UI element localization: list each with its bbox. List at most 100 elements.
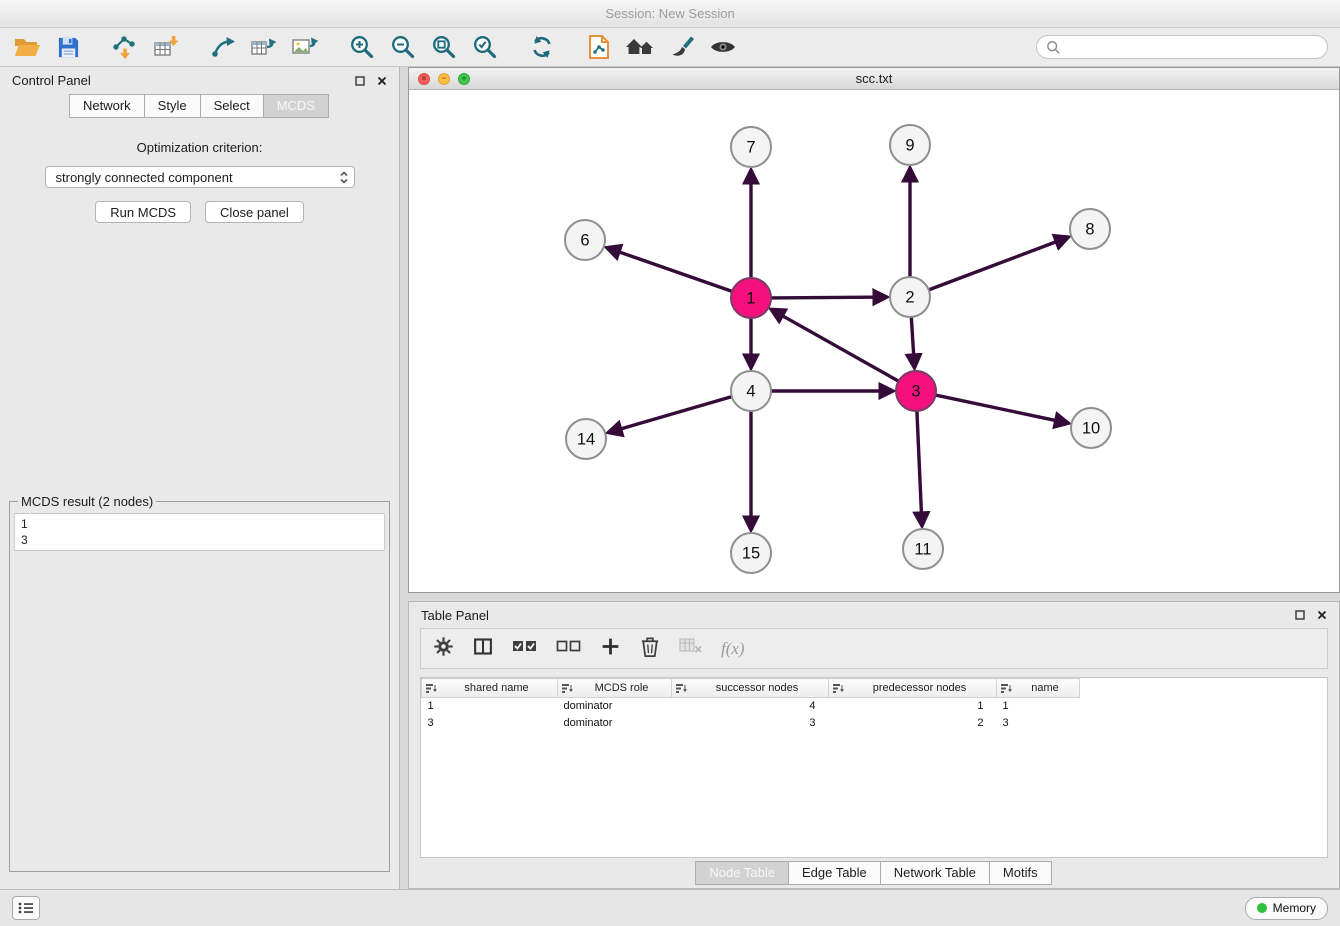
graph-node-9[interactable]: 9	[890, 125, 930, 165]
run-mcds-button[interactable]: Run MCDS	[95, 201, 191, 223]
tab-network[interactable]: Network	[69, 94, 145, 118]
save-session-button[interactable]	[53, 31, 83, 63]
optimization-criterion-select[interactable]: strongly connected component	[45, 166, 355, 188]
graph-node-4[interactable]: 4	[731, 371, 771, 411]
close-panel-button[interactable]	[377, 76, 387, 86]
close-table-panel-button[interactable]	[1317, 610, 1327, 620]
edge-3-1[interactable]	[771, 309, 899, 381]
cell-successor-nodes[interactable]: 3	[672, 715, 829, 732]
cell-successor-nodes[interactable]: 4	[672, 698, 829, 715]
table-row[interactable]: 1 dominator 4 1 1	[422, 698, 1080, 715]
app-window: Session: New Session	[0, 0, 1340, 926]
column-header-name[interactable]: name	[997, 679, 1080, 698]
edge-4-14[interactable]	[608, 397, 732, 433]
tab-edge-table[interactable]: Edge Table	[788, 861, 881, 885]
float-panel-button[interactable]	[355, 76, 365, 86]
task-history-button[interactable]	[12, 896, 40, 920]
checked-boxes-icon	[512, 637, 538, 655]
column-header-shared-name[interactable]: shared name	[422, 679, 558, 698]
close-window-icon[interactable]: ×	[418, 73, 430, 85]
optimization-criterion-label: Optimization criterion:	[0, 140, 399, 155]
export-image-button[interactable]	[290, 31, 320, 63]
graph-node-10[interactable]: 10	[1071, 408, 1111, 448]
zoom-selected-button[interactable]	[470, 31, 500, 63]
edge-2-8[interactable]	[929, 237, 1069, 290]
deselect-all-button[interactable]	[556, 637, 582, 660]
tab-motifs[interactable]: Motifs	[989, 861, 1052, 885]
apply-style-button[interactable]	[667, 31, 697, 63]
graph-node-11[interactable]: 11	[903, 529, 943, 569]
function-builder-button[interactable]: f(x)	[721, 639, 745, 659]
cell-mcds-role[interactable]: dominator	[558, 698, 672, 715]
minimize-window-icon[interactable]: −	[438, 73, 450, 85]
column-header-successor-nodes[interactable]: successor nodes	[672, 679, 829, 698]
graph-node-15[interactable]: 15	[731, 533, 771, 573]
selected-criterion: strongly connected component	[56, 170, 339, 185]
graph-node-3[interactable]: 3	[896, 371, 936, 411]
cell-predecessor-nodes[interactable]: 1	[829, 698, 997, 715]
edge-1-6[interactable]	[607, 248, 732, 292]
tab-mcds[interactable]: MCDS	[263, 94, 329, 118]
search-icon	[1046, 40, 1061, 55]
show-hide-button[interactable]	[708, 31, 738, 63]
memory-button[interactable]: Memory	[1245, 897, 1328, 920]
close-panel-action-button[interactable]: Close panel	[205, 201, 304, 223]
sort-icon	[1001, 683, 1012, 697]
column-header-predecessor-nodes[interactable]: predecessor nodes	[829, 679, 997, 698]
search-input[interactable]	[1066, 39, 1318, 55]
zoom-out-icon	[390, 34, 416, 60]
graph-node-7[interactable]: 7	[731, 127, 771, 167]
network-view-window: × − + scc.txt 7 9 6 8 1 2 4 3 14 10 15 11	[408, 67, 1340, 593]
zoom-window-icon[interactable]: +	[458, 73, 470, 85]
network-canvas[interactable]: 7 9 6 8 1 2 4 3 14 10 15 11	[409, 90, 1339, 592]
zoom-out-button[interactable]	[388, 31, 418, 63]
control-panel-tabs: Network Style Select MCDS	[0, 94, 399, 118]
cell-mcds-role[interactable]: dominator	[558, 715, 672, 732]
edge-2-3[interactable]	[911, 317, 914, 368]
column-header-mcds-role[interactable]: MCDS role	[558, 679, 672, 698]
graph-node-14[interactable]: 14	[566, 419, 606, 459]
select-all-button[interactable]	[512, 637, 538, 660]
graph-node-6[interactable]: 6	[565, 220, 605, 260]
delete-column-button[interactable]	[639, 635, 661, 663]
mcds-result-box: MCDS result (2 nodes) 1 3	[9, 494, 390, 872]
open-session-button[interactable]	[12, 31, 42, 63]
graph-node-8[interactable]: 8	[1070, 209, 1110, 249]
cell-name[interactable]: 3	[997, 715, 1080, 732]
new-network-button[interactable]	[208, 31, 238, 63]
import-network-button[interactable]	[110, 31, 140, 63]
apply-layout-button[interactable]	[527, 31, 557, 63]
result-node: 3	[21, 532, 378, 548]
window-titlebar[interactable]: Session: New Session	[0, 0, 1340, 28]
add-column-button[interactable]	[600, 636, 621, 662]
network-window-titlebar[interactable]: × − + scc.txt	[409, 68, 1339, 90]
tab-select[interactable]: Select	[200, 94, 264, 118]
open-folder-icon	[14, 36, 41, 59]
tab-network-table[interactable]: Network Table	[880, 861, 990, 885]
tab-style[interactable]: Style	[144, 94, 201, 118]
zoom-in-button[interactable]	[347, 31, 377, 63]
import-table-button[interactable]	[151, 31, 181, 63]
edge-1-2[interactable]	[771, 297, 887, 298]
svg-text:14: 14	[577, 431, 595, 449]
zoom-fit-button[interactable]	[429, 31, 459, 63]
clone-network-button[interactable]	[249, 31, 279, 63]
cell-shared-name[interactable]: 3	[422, 715, 558, 732]
import-table-icon	[153, 34, 180, 60]
edge-3-10[interactable]	[936, 395, 1069, 423]
table-row[interactable]: 3 dominator 3 2 3	[422, 715, 1080, 732]
cell-shared-name[interactable]: 1	[422, 698, 558, 715]
cell-predecessor-nodes[interactable]: 2	[829, 715, 997, 732]
table-settings-button[interactable]	[433, 636, 454, 662]
graph-node-1[interactable]: 1	[731, 278, 771, 318]
svg-text:2: 2	[905, 289, 914, 307]
float-table-panel-button[interactable]	[1295, 610, 1305, 620]
copy-network-button[interactable]	[584, 31, 614, 63]
graph-node-2[interactable]: 2	[890, 277, 930, 317]
first-neighbors-button[interactable]	[625, 31, 656, 63]
split-column-button[interactable]	[472, 636, 494, 662]
edge-3-11[interactable]	[917, 411, 922, 526]
tab-node-table[interactable]: Node Table	[695, 861, 789, 885]
cell-name[interactable]: 1	[997, 698, 1080, 715]
memory-label: Memory	[1273, 901, 1316, 915]
